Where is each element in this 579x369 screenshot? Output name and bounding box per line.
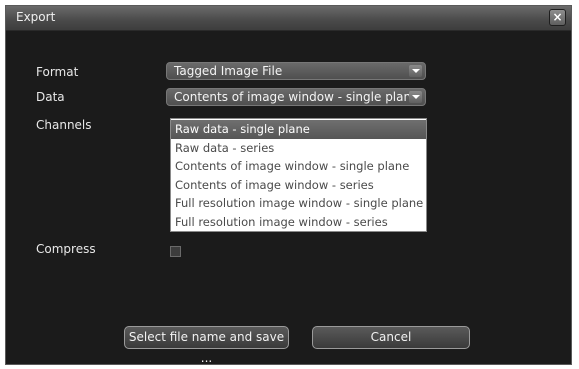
select-file-and-save-button[interactable]: Select file name and save ...	[124, 326, 289, 364]
chevron-down-icon	[409, 65, 422, 77]
dropdown-option-fullres-series[interactable]: Full resolution image window - series	[171, 213, 426, 232]
channels-label: Channels	[36, 118, 92, 132]
dropdown-option-contents-single[interactable]: Contents of image window - single plane	[171, 157, 426, 176]
data-select[interactable]: Contents of image window - single plane	[166, 88, 426, 106]
close-icon: ×	[552, 10, 563, 24]
dropdown-option-raw-single[interactable]: Raw data - single plane	[171, 120, 426, 139]
format-select-value: Tagged Image File	[174, 64, 283, 78]
compress-checkbox[interactable]	[170, 246, 181, 257]
chevron-down-icon	[409, 91, 422, 103]
export-dialog: Export × Format Tagged Image File Data C…	[5, 5, 572, 365]
dropdown-option-contents-series[interactable]: Contents of image window - series	[171, 176, 426, 195]
data-dropdown-list: Raw data - single plane Raw data - serie…	[170, 118, 427, 232]
format-select[interactable]: Tagged Image File	[166, 62, 426, 80]
dialog-title: Export	[16, 10, 56, 24]
cancel-button[interactable]: Cancel	[312, 326, 470, 349]
format-label: Format	[36, 65, 79, 79]
data-select-value: Contents of image window - single plane	[174, 90, 419, 104]
close-button[interactable]: ×	[549, 9, 566, 26]
title-bar[interactable]: Export ×	[6, 6, 571, 31]
dropdown-option-fullres-single[interactable]: Full resolution image window - single pl…	[171, 194, 426, 213]
data-label: Data	[36, 90, 65, 104]
dropdown-option-raw-series[interactable]: Raw data - series	[171, 139, 426, 158]
compress-label: Compress	[36, 242, 96, 256]
